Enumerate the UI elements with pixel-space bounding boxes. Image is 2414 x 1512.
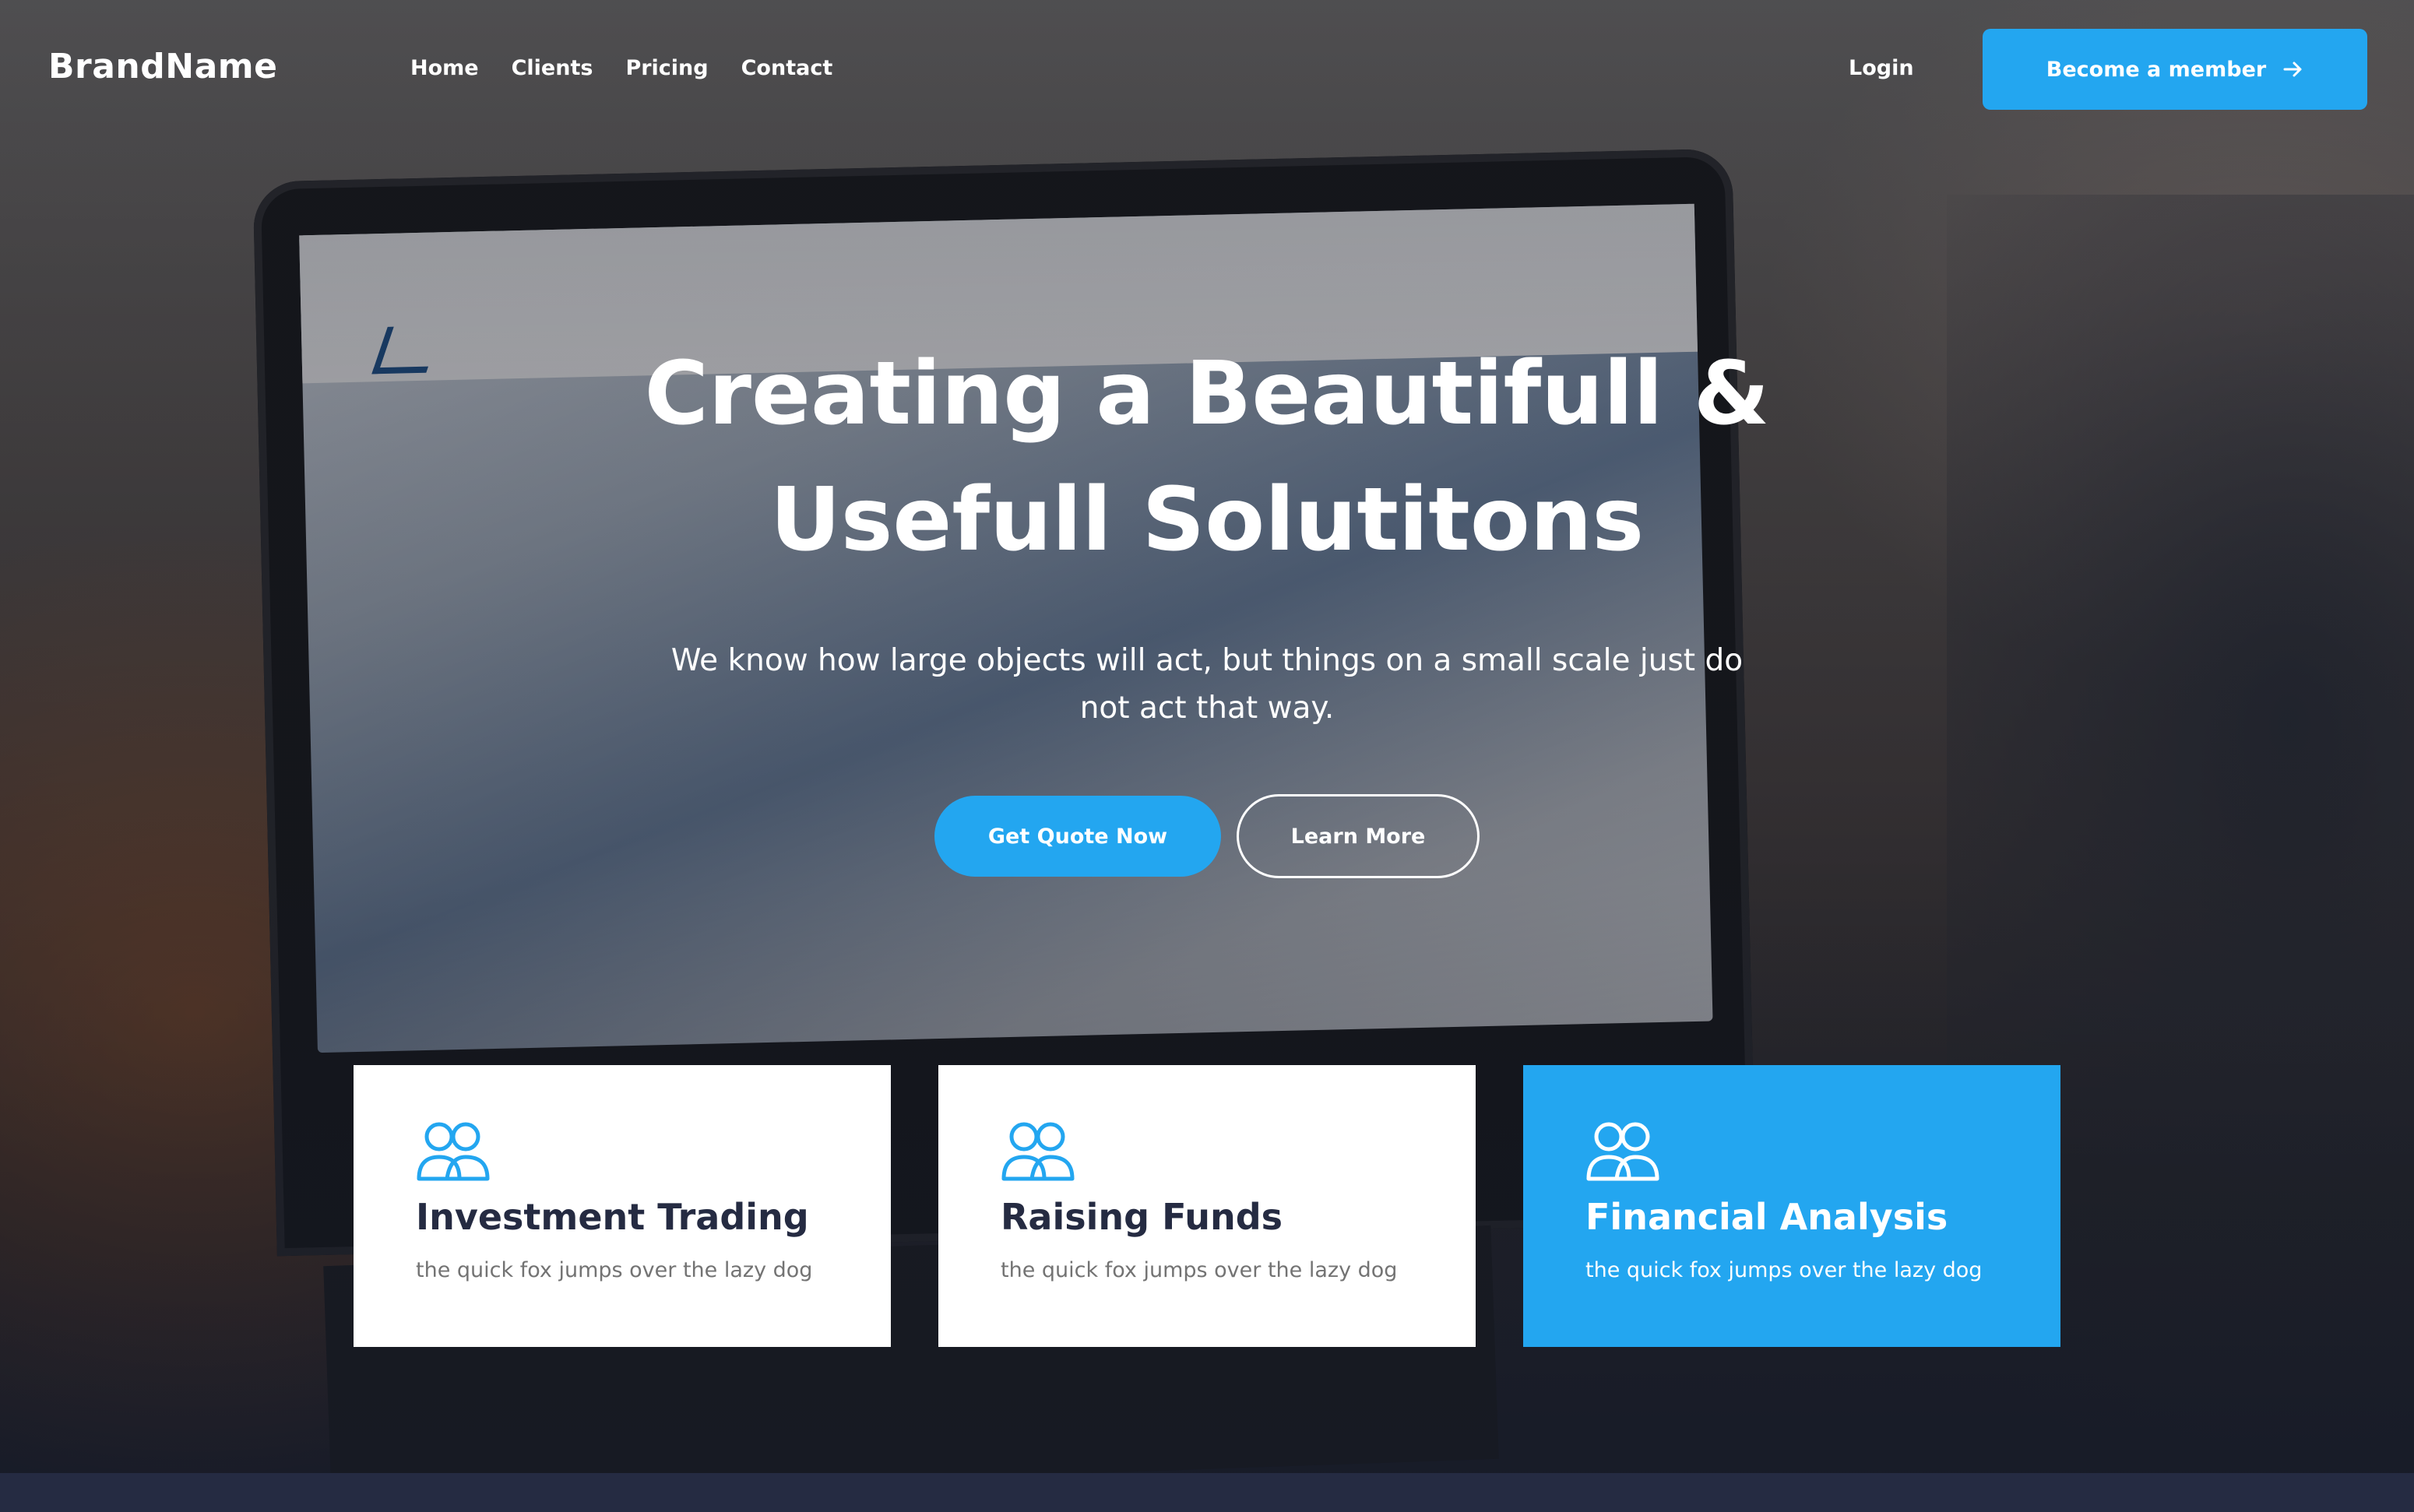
card-text: the quick fox jumps over the lazy dog xyxy=(1001,1258,1398,1282)
card-title: Raising Funds xyxy=(1001,1196,1283,1238)
nav-links: Home Clients Pricing Contact xyxy=(410,56,832,80)
become-member-label: Become a member xyxy=(2046,57,2267,82)
card-title: Financial Analysis xyxy=(1585,1196,1948,1238)
brand-logo[interactable]: BrandName xyxy=(48,47,277,86)
become-member-button[interactable]: Become a member xyxy=(1983,29,2367,110)
hero-title-line-2: Usefull Solutitons xyxy=(769,469,1645,571)
card-text: the quick fox jumps over the lazy dog xyxy=(1585,1258,1983,1282)
users-icon xyxy=(417,1122,490,1181)
login-link[interactable]: Login xyxy=(1849,56,1914,80)
hero-subtitle: We know how large objects will act, but … xyxy=(670,643,1744,726)
users-icon xyxy=(1001,1122,1075,1181)
nav-link-contact[interactable]: Contact xyxy=(741,56,833,80)
feature-card-raising-funds[interactable]: Raising Funds the quick fox jumps over t… xyxy=(938,1065,1476,1347)
hero-title-line-1: Creating a Beautifull & xyxy=(644,343,1770,445)
page-bottom-strip xyxy=(0,1473,2414,1512)
learn-more-button[interactable]: Learn More xyxy=(1237,794,1480,878)
arrow-right-icon xyxy=(2283,62,2302,77)
hero-title: Creating a Beautifull & Usefull Solutito… xyxy=(545,331,1869,583)
top-navbar: BrandName Home Clients Pricing Contact L… xyxy=(0,0,2414,140)
feature-card-investment-trading[interactable]: Investment Trading the quick fox jumps o… xyxy=(354,1065,891,1347)
nav-link-clients[interactable]: Clients xyxy=(512,56,593,80)
get-quote-button[interactable]: Get Quote Now xyxy=(934,796,1221,877)
card-title: Investment Trading xyxy=(416,1196,809,1238)
users-icon xyxy=(1586,1122,1659,1181)
card-text: the quick fox jumps over the lazy dog xyxy=(416,1258,813,1282)
nav-link-pricing[interactable]: Pricing xyxy=(625,56,708,80)
feature-card-financial-analysis[interactable]: Financial Analysis the quick fox jumps o… xyxy=(1523,1065,2060,1347)
nav-link-home[interactable]: Home xyxy=(410,56,479,80)
